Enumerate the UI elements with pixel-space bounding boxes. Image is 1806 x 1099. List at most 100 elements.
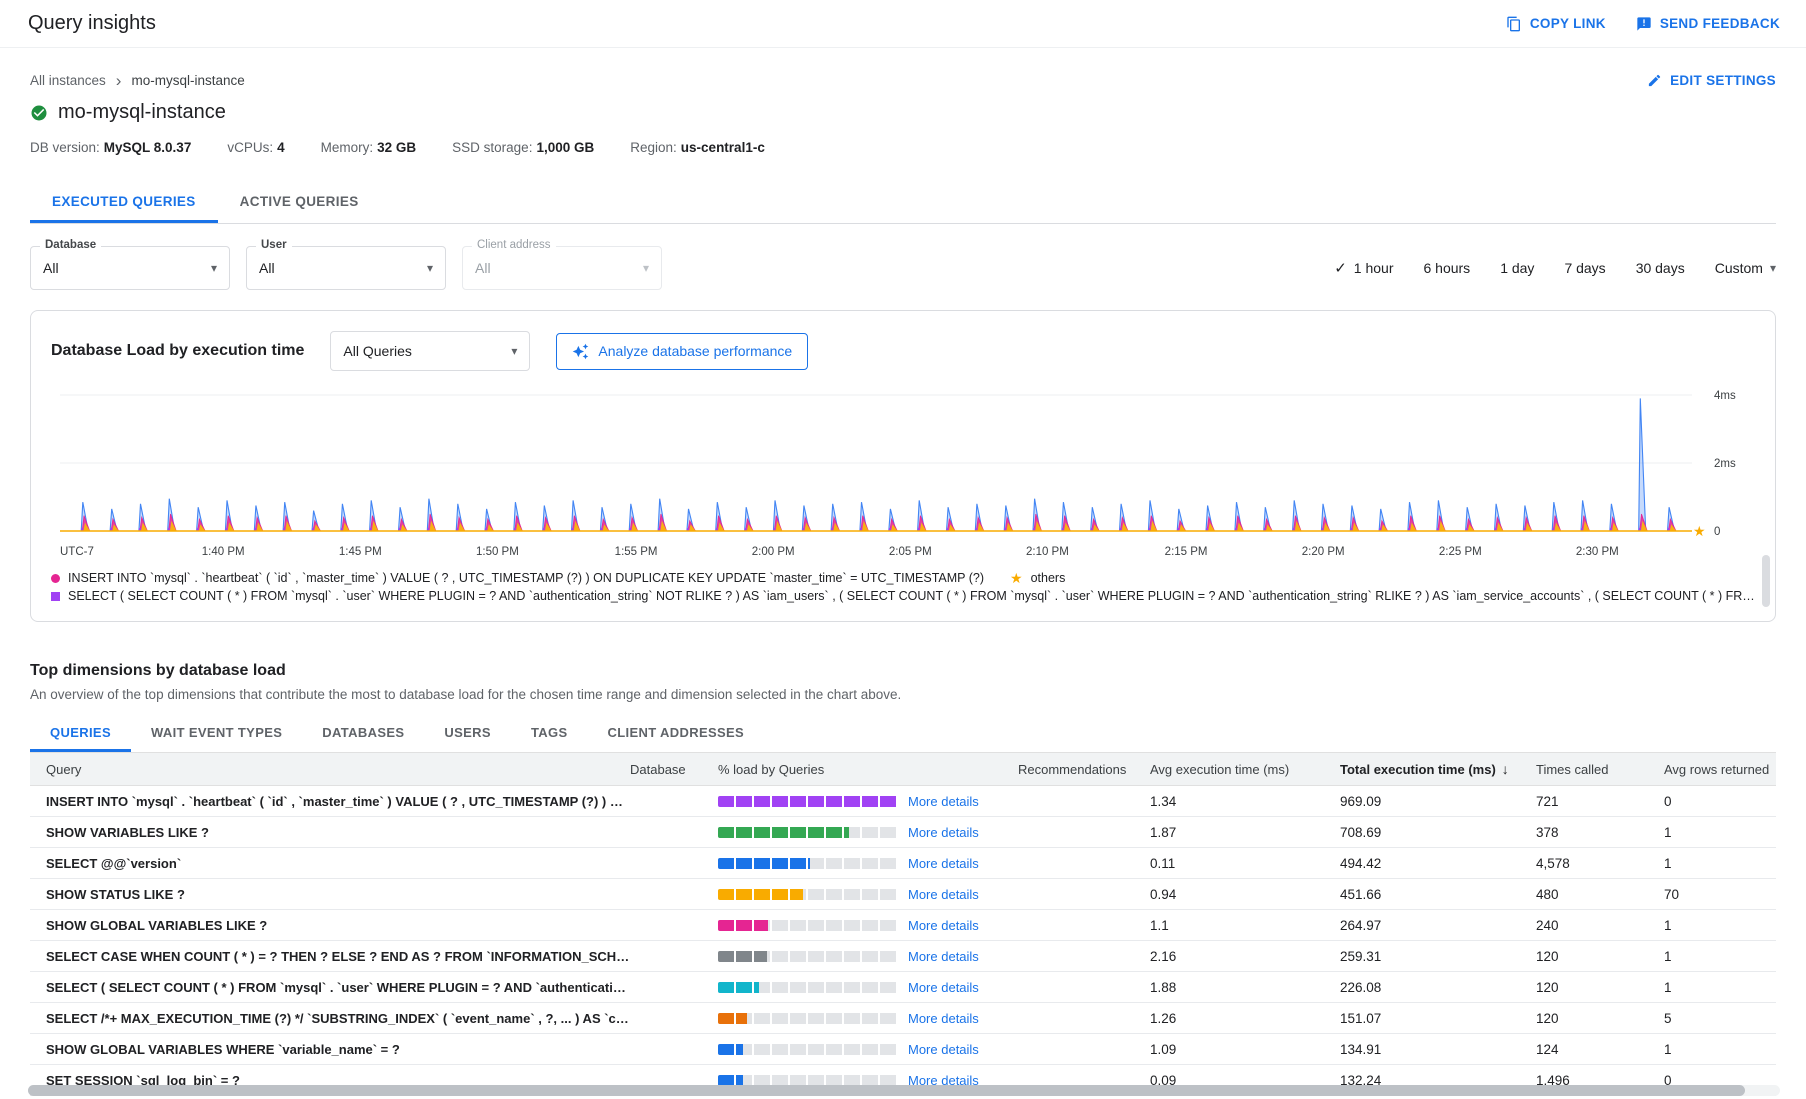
time-range-custom[interactable]: Custom▾: [1715, 260, 1776, 276]
column-header-label: Database: [630, 762, 686, 777]
column-header-label: Avg execution time (ms): [1150, 762, 1289, 777]
column-header-total-execution-time-ms[interactable]: Total execution time (ms)↓: [1340, 761, 1536, 777]
copy-link-label: COPY LINK: [1530, 16, 1606, 31]
table-row: SHOW GLOBAL VARIABLES LIKE ?More details…: [30, 910, 1776, 941]
time-range-1-hour[interactable]: ✓1 hour: [1334, 259, 1393, 277]
more-details-link[interactable]: More details: [908, 825, 979, 840]
query-cell: SELECT @@`version`: [30, 856, 630, 871]
dim-tab-queries[interactable]: QUERIES: [30, 714, 131, 752]
legend-square-icon: [51, 592, 60, 601]
dim-tab-client-addresses[interactable]: CLIENT ADDRESSES: [588, 714, 765, 752]
database-filter-select[interactable]: Database All ▾: [30, 246, 230, 290]
instance-detail-region: Region:us-central1-c: [630, 140, 765, 155]
avg-execution-time-cell: 0.11: [1150, 856, 1340, 871]
table-row: SHOW VARIABLES LIKE ?More details1.87708…: [30, 817, 1776, 848]
time-range-label: 30 days: [1636, 260, 1685, 276]
horizontal-scrollbar-thumb[interactable]: [28, 1085, 1745, 1096]
column-header-label: Total execution time (ms): [1340, 762, 1496, 777]
more-details-link[interactable]: More details: [908, 918, 979, 933]
time-range-1-day[interactable]: 1 day: [1500, 260, 1534, 276]
chevron-down-icon: ▾: [643, 261, 649, 275]
total-execution-time-cell: 969.09: [1340, 794, 1536, 809]
tab-executed-queries[interactable]: EXECUTED QUERIES: [30, 181, 218, 223]
column-header-times-called[interactable]: Times called: [1536, 762, 1664, 777]
more-details-link[interactable]: More details: [908, 980, 979, 995]
column-header-query[interactable]: Query: [30, 762, 630, 777]
load-bar-fill: [718, 1013, 747, 1024]
times-called-cell: 378: [1536, 825, 1664, 840]
avg-execution-time-cell: 1.88: [1150, 980, 1340, 995]
svg-text:1:45 PM: 1:45 PM: [339, 546, 382, 558]
dim-tab-wait-event-types[interactable]: WAIT EVENT TYPES: [131, 714, 302, 752]
more-details-link[interactable]: More details: [908, 856, 979, 871]
instance-name: mo-mysql-instance: [58, 101, 226, 124]
column-header-load-by-queries[interactable]: % load by Queries: [718, 762, 1018, 777]
load-bar-fill: [718, 982, 759, 993]
avg-execution-time-cell: 2.16: [1150, 949, 1340, 964]
svg-text:2:25 PM: 2:25 PM: [1439, 546, 1482, 558]
more-details-link[interactable]: More details: [908, 949, 979, 964]
horizontal-scrollbar-track[interactable]: [28, 1085, 1780, 1096]
user-filter-select[interactable]: User All ▾: [246, 246, 446, 290]
times-called-cell: 120: [1536, 949, 1664, 964]
edit-settings-button[interactable]: EDIT SETTINGS: [1647, 73, 1776, 88]
column-header-avg-rows-returned[interactable]: Avg rows returned: [1664, 762, 1776, 777]
more-details-link[interactable]: More details: [908, 1011, 979, 1026]
legend-scrollbar[interactable]: [1762, 555, 1770, 607]
instance-detail-db-version: DB version:MySQL 8.0.37: [30, 140, 191, 155]
load-bar: [718, 858, 898, 869]
column-header-label: Recommendations: [1018, 762, 1126, 777]
more-details-link[interactable]: More details: [908, 1042, 979, 1057]
send-feedback-button[interactable]: SEND FEEDBACK: [1636, 16, 1780, 32]
table-row: SELECT /*+ MAX_EXECUTION_TIME (?) */ `SU…: [30, 1003, 1776, 1034]
database-load-chart[interactable]: ★4ms2ms0UTC-71:40 PM1:45 PM1:50 PM1:55 P…: [51, 381, 1755, 567]
avg-execution-time-cell: 0.94: [1150, 887, 1340, 902]
database-load-card: Database Load by execution time All Quer…: [30, 310, 1776, 622]
query-cell: SELECT ( SELECT COUNT ( * ) FROM `mysql`…: [30, 980, 630, 995]
time-range-6-hours[interactable]: 6 hours: [1423, 260, 1470, 276]
query-cell: SHOW VARIABLES LIKE ?: [30, 825, 630, 840]
dim-tab-databases[interactable]: DATABASES: [302, 714, 424, 752]
query-text: SHOW GLOBAL VARIABLES WHERE `variable_na…: [46, 1042, 630, 1057]
total-execution-time-cell: 151.07: [1340, 1011, 1536, 1026]
query-text: SELECT ( SELECT COUNT ( * ) FROM `mysql`…: [46, 980, 630, 995]
load-bar-fill: [718, 951, 767, 962]
dim-tab-tags[interactable]: TAGS: [511, 714, 588, 752]
query-scope-select[interactable]: All Queries ▾: [330, 331, 530, 371]
svg-text:2:05 PM: 2:05 PM: [889, 546, 932, 558]
send-feedback-label: SEND FEEDBACK: [1660, 16, 1780, 31]
table-row: SHOW STATUS LIKE ?More details0.94451.66…: [30, 879, 1776, 910]
time-range-7-days[interactable]: 7 days: [1564, 260, 1605, 276]
legend-row: INSERT INTO `mysql` . `heartbeat` ( `id`…: [51, 571, 1755, 585]
load-bar-fill: [718, 796, 898, 807]
svg-text:2:00 PM: 2:00 PM: [752, 546, 795, 558]
svg-text:0: 0: [1714, 526, 1720, 538]
load-cell: More details: [718, 1011, 1018, 1026]
avg-rows-returned-cell: 5: [1664, 1011, 1776, 1026]
copy-link-button[interactable]: COPY LINK: [1506, 16, 1606, 32]
avg-rows-returned-cell: 0: [1664, 794, 1776, 809]
table-row: SELECT @@`version`More details0.11494.42…: [30, 848, 1776, 879]
column-header-database[interactable]: Database: [630, 762, 718, 777]
breadcrumb-all-instances[interactable]: All instances: [30, 73, 106, 88]
chevron-right-icon: ›: [116, 72, 122, 89]
analyze-database-performance-button[interactable]: Analyze database performance: [556, 333, 808, 370]
load-cell: More details: [718, 794, 1018, 809]
more-details-link[interactable]: More details: [908, 887, 979, 902]
time-range-30-days[interactable]: 30 days: [1636, 260, 1685, 276]
dim-tab-users[interactable]: USERS: [424, 714, 511, 752]
svg-text:2ms: 2ms: [1714, 458, 1736, 470]
legend-label: SELECT ( SELECT COUNT ( * ) FROM `mysql`…: [68, 589, 1755, 603]
svg-text:1:50 PM: 1:50 PM: [476, 546, 519, 558]
times-called-cell: 480: [1536, 887, 1664, 902]
column-header-avg-execution-time-ms[interactable]: Avg execution time (ms): [1150, 762, 1340, 777]
more-details-link[interactable]: More details: [908, 794, 979, 809]
tab-active-queries[interactable]: ACTIVE QUERIES: [218, 181, 381, 223]
load-bar-fill: [718, 920, 768, 931]
client-address-filter-value: All: [475, 260, 491, 276]
legend-label: others: [1031, 571, 1066, 585]
column-header-recommendations[interactable]: Recommendations: [1018, 762, 1150, 777]
times-called-cell: 721: [1536, 794, 1664, 809]
legend-entry-star: ★others: [1010, 571, 1065, 585]
times-called-cell: 120: [1536, 980, 1664, 995]
